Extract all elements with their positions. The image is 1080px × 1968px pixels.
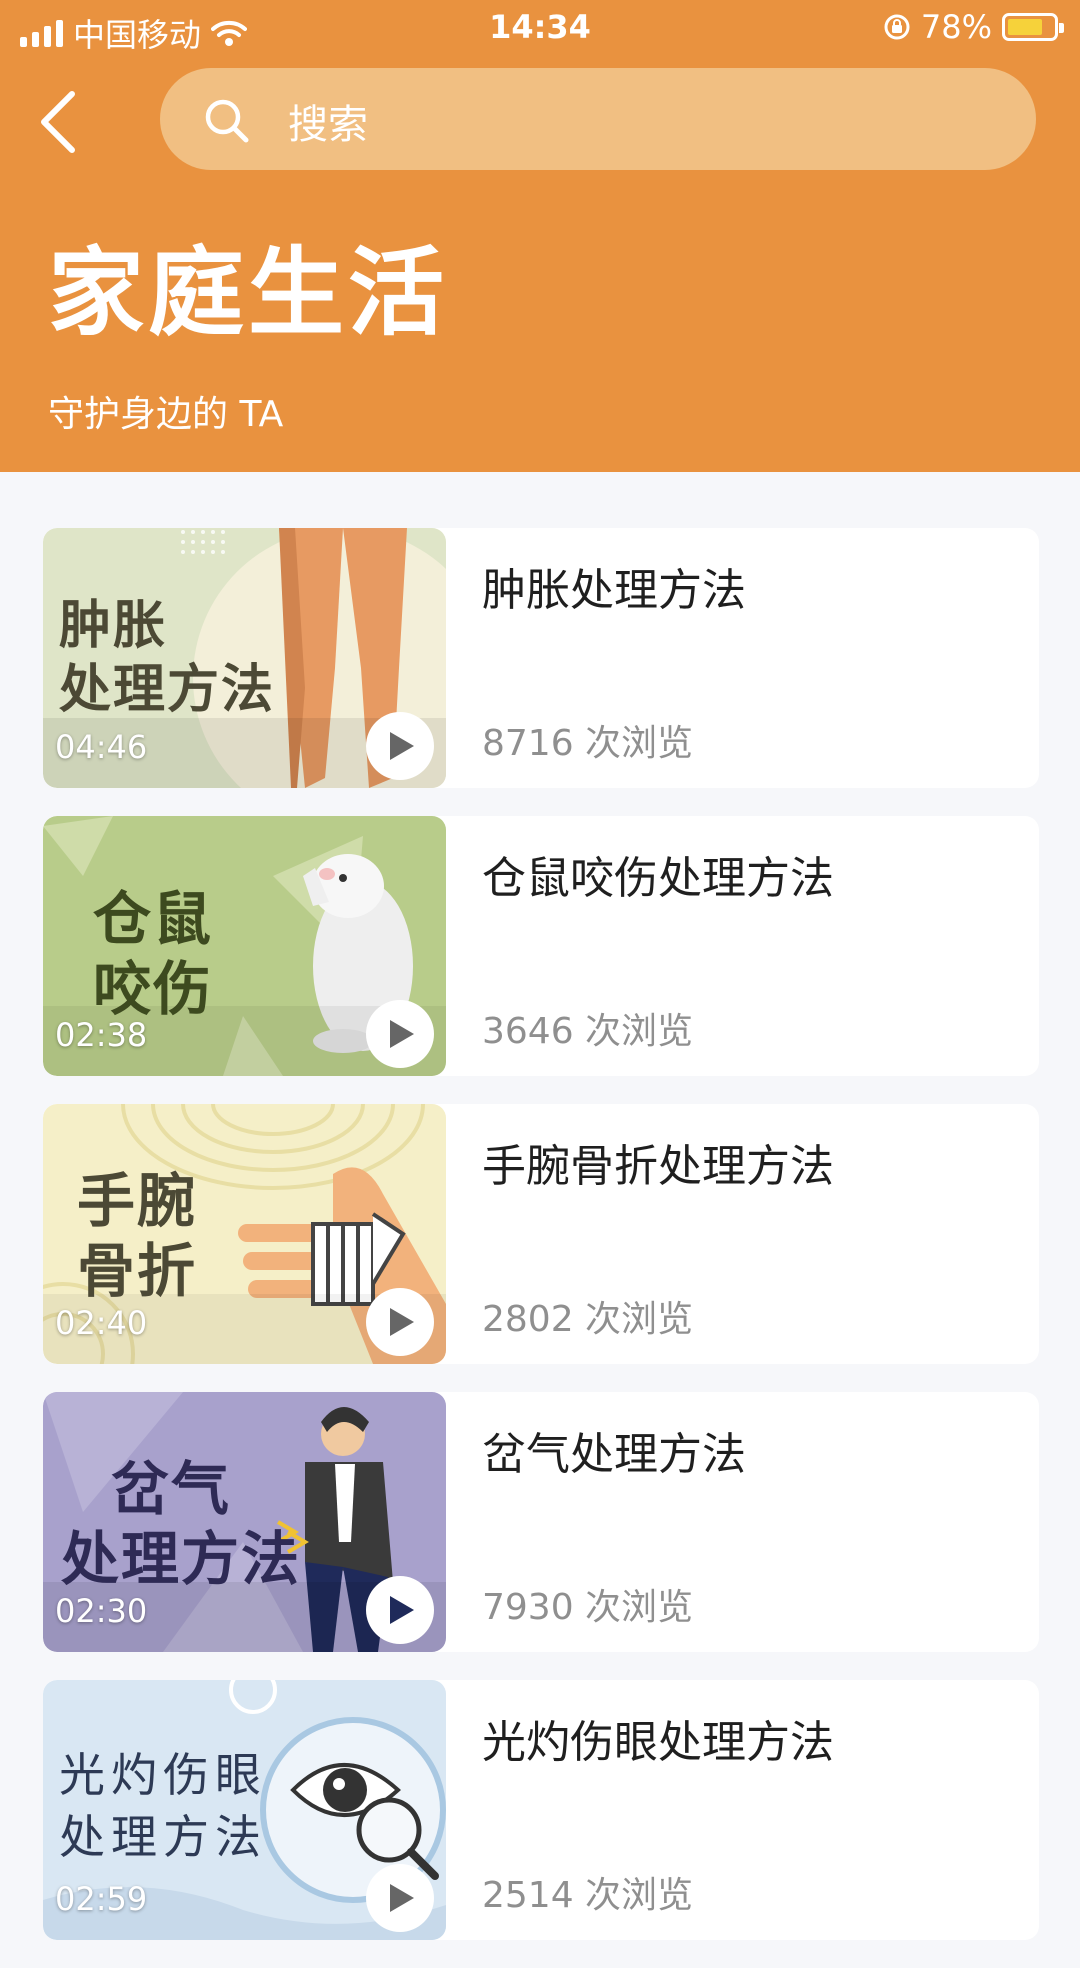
video-list: 肿胀 处理方法 04:46 肿胀处理方法 8716 次浏览 仓鼠 咬伤 02:3… (43, 528, 1039, 1968)
battery-percent: 78% (920, 8, 992, 46)
video-title[interactable]: 仓鼠咬伤处理方法 (482, 842, 834, 906)
page-subtitle: 守护身边的 TA (48, 394, 284, 435)
view-count: 8716 次浏览 (482, 723, 694, 764)
play-icon (390, 1020, 414, 1048)
back-button[interactable] (34, 86, 94, 158)
play-icon (390, 1596, 414, 1624)
thumbnail-caption: 光灼伤眼 处理方法 (59, 1748, 267, 1864)
battery-icon (1002, 13, 1064, 41)
thumbnail-caption: 肿胀 处理方法 (59, 596, 276, 720)
video-title[interactable]: 光灼伤眼处理方法 (482, 1706, 834, 1770)
video-thumbnail[interactable]: 光灼伤眼 处理方法 02:59 (43, 1680, 446, 1940)
play-button[interactable] (366, 1288, 434, 1356)
play-button[interactable] (366, 1000, 434, 1068)
search-placeholder[interactable]: 搜索 (288, 92, 368, 150)
page-title: 家庭生活 (48, 237, 448, 349)
thumbnail-caption: 手腕 骨折 (77, 1167, 198, 1305)
view-count: 3646 次浏览 (482, 1011, 694, 1052)
thumbnail-caption: 岔气 处理方法 (61, 1455, 302, 1593)
video-thumbnail[interactable]: 肿胀 处理方法 04:46 (43, 528, 446, 788)
video-duration: 02:38 (55, 1016, 148, 1054)
video-duration: 02:30 (55, 1592, 148, 1630)
view-count: 2802 次浏览 (482, 1299, 694, 1340)
view-count: 7930 次浏览 (482, 1587, 694, 1628)
video-title[interactable]: 岔气处理方法 (482, 1418, 746, 1482)
play-icon (390, 1308, 414, 1336)
video-card[interactable]: 仓鼠 咬伤 02:38 仓鼠咬伤处理方法 3646 次浏览 (43, 816, 1039, 1076)
video-card[interactable]: 手腕 骨折 02:40 手腕骨折处理方法 2802 次浏览 (43, 1104, 1039, 1364)
video-thumbnail[interactable]: 手腕 骨折 02:40 (43, 1104, 446, 1364)
header: 中国移动 14:34 78% 搜索 家庭生活 守护身边的 TA (0, 0, 1080, 472)
video-thumbnail[interactable]: 岔气 处理方法 02:30 (43, 1392, 446, 1652)
video-title[interactable]: 手腕骨折处理方法 (482, 1130, 834, 1194)
play-button[interactable] (366, 1864, 434, 1932)
chevron-left-icon (41, 91, 75, 153)
video-thumbnail[interactable]: 仓鼠 咬伤 02:38 (43, 816, 446, 1076)
play-button[interactable] (366, 712, 434, 780)
play-icon (390, 732, 414, 760)
video-card[interactable]: 肿胀 处理方法 04:46 肿胀处理方法 8716 次浏览 (43, 528, 1039, 788)
orientation-lock-icon (884, 14, 910, 40)
search-bar[interactable]: 搜索 (160, 68, 1036, 170)
video-duration: 02:40 (55, 1304, 148, 1342)
video-title[interactable]: 肿胀处理方法 (482, 554, 746, 618)
video-card[interactable]: 光灼伤眼 处理方法 02:59 光灼伤眼处理方法 2514 次浏览 (43, 1680, 1039, 1940)
play-button[interactable] (366, 1576, 434, 1644)
video-duration: 04:46 (55, 728, 148, 766)
video-card[interactable]: 岔气 处理方法 02:30 岔气处理方法 7930 次浏览 (43, 1392, 1039, 1652)
status-bar: 中国移动 14:34 78% (0, 0, 1080, 60)
video-duration: 02:59 (55, 1880, 148, 1918)
play-icon (390, 1884, 414, 1912)
view-count: 2514 次浏览 (482, 1875, 694, 1916)
search-icon (205, 99, 249, 143)
thumbnail-caption: 仓鼠 咬伤 (93, 885, 214, 1023)
